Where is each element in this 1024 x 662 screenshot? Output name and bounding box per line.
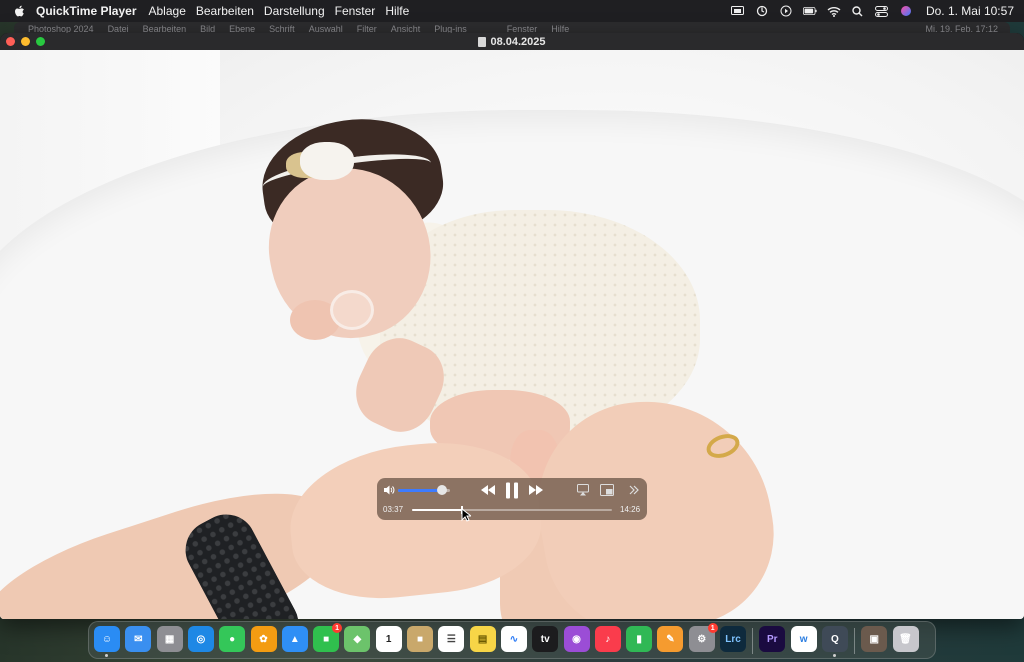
dock-calendar-icon[interactable]: 1 <box>375 626 402 652</box>
control-center-icon[interactable] <box>875 5 889 17</box>
wifi-icon[interactable] <box>827 5 841 17</box>
menu-ablage[interactable]: Ablage <box>149 4 194 18</box>
share-more-icon[interactable] <box>628 483 640 497</box>
dock-premiere-icon[interactable]: Pr <box>759 626 786 652</box>
document-icon <box>478 36 487 47</box>
sync-icon[interactable] <box>755 5 769 17</box>
menu-clock[interactable]: Do. 1. Mai 10:57 <box>926 4 1014 18</box>
current-time: 03:37 <box>383 505 404 514</box>
menu-hilfe[interactable]: Hilfe <box>385 4 417 18</box>
dock-podcasts-icon[interactable]: ◉ <box>563 626 590 652</box>
fast-forward-button[interactable] <box>528 483 544 497</box>
video-frame[interactable] <box>0 50 1024 619</box>
menu-darstellung[interactable]: Darstellung <box>264 4 333 18</box>
minimize-window-button[interactable] <box>21 37 30 46</box>
dock-mail-icon[interactable]: ✉ <box>125 626 152 652</box>
dock-appletv-icon[interactable]: tv <box>532 626 559 652</box>
pacifier <box>330 290 374 330</box>
volume-knob[interactable] <box>437 485 448 495</box>
timeline-progress <box>412 509 462 511</box>
headband-bow <box>300 142 354 180</box>
play-status-icon[interactable] <box>779 5 793 17</box>
dock-facetime-icon[interactable]: ■ 1 <box>313 623 343 652</box>
dock-settings-icon[interactable]: ⚙ 1 <box>688 623 718 652</box>
dock-separator <box>854 628 856 654</box>
dock-lightroom-icon[interactable]: Lrc <box>720 626 746 652</box>
apple-menu-icon[interactable] <box>12 4 26 18</box>
dock-photo-stack-icon[interactable]: ▣ <box>861 626 888 652</box>
dock-music-icon[interactable]: ♪ <box>594 626 621 652</box>
window-title: 08.04.2025 <box>490 35 546 48</box>
total-duration: 14:26 <box>620 505 641 514</box>
mouse-cursor-icon <box>461 507 473 522</box>
picture-in-picture-button[interactable] <box>600 484 614 496</box>
fullscreen-window-button[interactable] <box>36 37 45 46</box>
running-indicator <box>832 654 836 657</box>
notification-badge: 1 <box>332 623 343 633</box>
timeline-scrubber[interactable] <box>412 506 612 514</box>
dock-pages-icon[interactable]: ✎ <box>657 626 684 652</box>
dock-photos-icon[interactable]: ✿ <box>250 626 277 652</box>
battery-icon[interactable] <box>802 5 817 17</box>
dock: ☺ ✉ ▦ ◎ ● ✿ ▲ ■ 1 ◆ 1 ■ ☰ ▤ ∿ tv ◉ ♪ ▮ ✎ ⚙ 1 Lrc Pr w Q ▣ 🗑 <box>88 621 936 659</box>
siri-icon[interactable] <box>899 5 913 17</box>
menu-fenster[interactable]: Fenster <box>335 4 384 18</box>
volume-level <box>398 489 443 492</box>
menu-bar: QuickTime Player Ablage Bearbeiten Darst… <box>0 0 1024 22</box>
traffic-lights <box>6 37 45 46</box>
running-indicator <box>105 654 108 657</box>
pause-button[interactable] <box>504 481 520 499</box>
dock-archive-icon[interactable]: ■ <box>407 626 433 652</box>
dock-notes-icon[interactable]: ▤ <box>469 626 496 652</box>
dock-safari-icon[interactable]: ◎ <box>187 626 214 652</box>
airplay-button[interactable] <box>577 484 589 496</box>
dock-messages-icon[interactable]: ● <box>219 626 246 652</box>
window-titlebar[interactable]: 08.04.2025 <box>0 33 1024 50</box>
dock-launchpad-icon[interactable]: ▦ <box>156 626 183 652</box>
player-controls: 03:37 14:26 <box>377 478 647 520</box>
dock-keynote-icon[interactable]: ▲ <box>281 626 308 652</box>
dock-freeform-icon[interactable]: ∿ <box>500 626 527 652</box>
dock-reminders-icon[interactable]: ☰ <box>438 626 465 652</box>
dock-maps-icon[interactable]: ◆ <box>344 626 371 652</box>
screen-mirroring-icon[interactable] <box>731 5 745 17</box>
rewind-button[interactable] <box>480 483 496 497</box>
notification-badge: 1 <box>707 623 718 633</box>
close-window-button[interactable] <box>6 37 15 46</box>
spotlight-search-icon[interactable] <box>851 5 865 17</box>
dock-w-app-icon[interactable]: w <box>790 626 817 652</box>
menu-app-name[interactable]: QuickTime Player <box>36 4 145 18</box>
dock-numbers-icon[interactable]: ▮ <box>626 626 653 652</box>
dock-finder-icon[interactable]: ☺ <box>94 626 120 657</box>
quicktime-window[interactable]: 08.04.2025 03:37 14:26 <box>0 33 1024 619</box>
dock-separator <box>752 628 754 654</box>
volume-icon[interactable] <box>383 483 395 495</box>
dock-quicktime-icon[interactable]: Q <box>821 626 848 657</box>
menu-bearbeiten[interactable]: Bearbeiten <box>196 4 262 18</box>
dock-trash-icon[interactable]: 🗑 <box>892 626 919 652</box>
